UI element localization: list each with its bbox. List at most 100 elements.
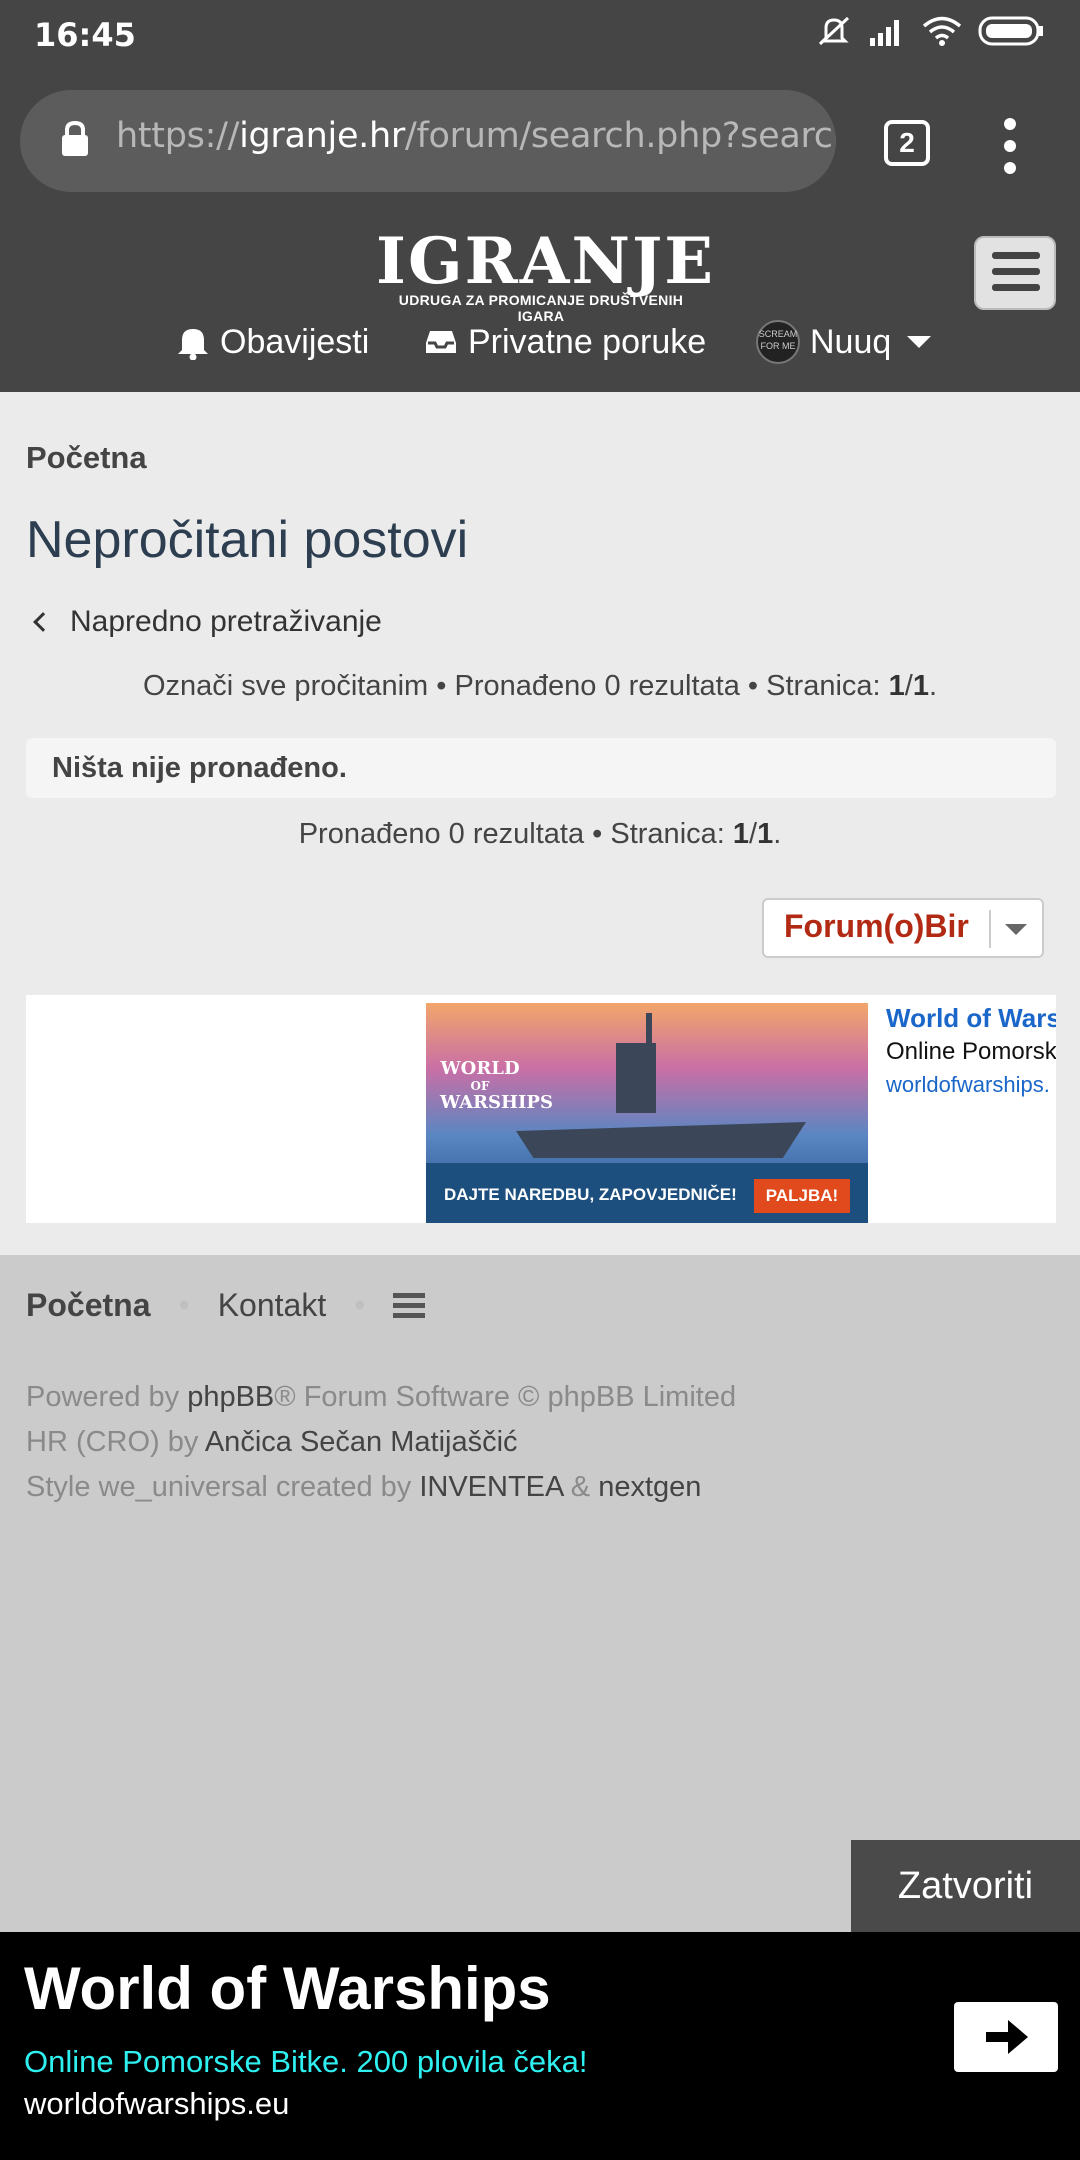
forum-jump-dropdown[interactable]: Forum(o)Bir [762, 898, 1044, 958]
logo-line: OF [470, 1079, 490, 1093]
search-info-bottom: Pronađeno 0 rezultata • Stranica: 1/1. [0, 818, 1080, 851]
bottom-ad-description: Online Pomorske Bitke. 200 plovila čeka! [24, 2044, 588, 2079]
separator: • [178, 1287, 190, 1323]
translator-link[interactable]: Ančica Sečan Matijaščić [205, 1426, 518, 1458]
mark-all-read-link[interactable]: Označi sve pročitanim [143, 670, 428, 702]
private-messages-label: Privatne poruke [468, 322, 707, 361]
close-ad-button[interactable]: Zatvoriti [851, 1840, 1080, 1932]
ad-title[interactable]: World of Warsl [886, 1003, 1056, 1034]
no-results-text: Ništa nije pronađeno. [52, 752, 347, 784]
notifications-label: Obavijesti [220, 322, 370, 361]
status-icons [816, 14, 1044, 48]
search-info-top: Označi sve pročitanim • Pronađeno 0 rezu… [0, 670, 1080, 703]
ship-tower [616, 1043, 656, 1113]
ad-url[interactable]: worldofwarships. [886, 1072, 1056, 1098]
footer-home-link[interactable]: Početna [26, 1287, 150, 1324]
url-path: /forum/search.php?search_i [404, 116, 836, 156]
credits-text: HR (CRO) by [26, 1426, 205, 1458]
breadcrumb-home[interactable]: Početna [26, 440, 147, 476]
footer-menu-icon[interactable] [393, 1292, 426, 1319]
site-header: IGRANJE UDRUGA ZA PROMICANJE DRUŠTVENIH … [0, 216, 1080, 392]
url-host: igranje.hr [239, 116, 405, 156]
ad-description: Online Pomorsk [886, 1038, 1056, 1065]
inventea-link[interactable]: INVENTEA [419, 1471, 562, 1503]
bottom-ad-title[interactable]: World of Warships [24, 1954, 551, 2023]
page-current: 1 [732, 818, 750, 850]
footer-nav: Početna • Kontakt • [26, 1287, 426, 1324]
status-time: 16:45 [34, 16, 136, 54]
bottom-ad-banner[interactable]: World of Warships Online Pomorske Bitke.… [0, 1932, 1080, 2160]
credits-text: Powered by [26, 1381, 188, 1413]
bottom-ad-url[interactable]: worldofwarships.eu [24, 2086, 289, 2122]
footer-contact-link[interactable]: Kontakt [218, 1287, 327, 1324]
notifications-link[interactable]: Obavijesti [176, 316, 369, 368]
browser-toolbar: https://igranje.hr/forum/search.php?sear… [0, 70, 1080, 216]
ad-slogan: DAJTE NAREDBU, ZAPOVJEDNIČE! [444, 1185, 737, 1204]
results-count: Pronađeno 0 rezultata [298, 818, 585, 850]
period: . [929, 670, 938, 702]
no-results-panel: Ništa nije pronađeno. [26, 738, 1056, 798]
tab-switcher-button[interactable]: 2 [884, 120, 930, 166]
separator: • [584, 818, 611, 850]
user-menu[interactable]: SCREAM FOR ME Nuuq [756, 316, 932, 368]
user-name: Nuuq [810, 322, 892, 361]
forum-jump-label: Forum(o)Bir [784, 908, 969, 944]
status-bar: 16:45 [0, 0, 1080, 70]
credits-line: HR (CRO) by Ančica Sečan Matijaščić [26, 1420, 736, 1465]
advanced-search-label: Napredno pretraživanje [70, 605, 382, 638]
inbox-icon [426, 331, 456, 353]
battery-icon [978, 16, 1043, 46]
credits-line: Powered by phpBB® Forum Software © phpBB… [26, 1375, 736, 1420]
page-label: Stranica: [766, 670, 889, 702]
site-menu-button[interactable] [974, 236, 1056, 310]
footer-credits: Powered by phpBB® Forum Software © phpBB… [26, 1375, 736, 1510]
wifi-icon [922, 16, 962, 46]
phpbb-link[interactable]: phpBB [187, 1381, 274, 1413]
chevron-left-icon [33, 612, 53, 632]
page-separator: / [749, 818, 758, 850]
private-messages-link[interactable]: Privatne poruke [424, 316, 706, 368]
signal-icon [870, 20, 899, 46]
site-footer: Početna • Kontakt • Powered by phpBB® Fo… [0, 1255, 1080, 1933]
nextgen-link[interactable]: nextgen [598, 1471, 701, 1503]
silent-mode-icon [818, 16, 850, 46]
ad-text[interactable]: World of Warsl Online Pomorsk worldofwar… [886, 1003, 1056, 1098]
page-total: 1 [912, 670, 929, 702]
site-logo[interactable]: IGRANJE UDRUGA ZA PROMICANJE DRUŠTVENIH … [376, 224, 715, 325]
separator: • [428, 670, 455, 702]
bell-icon [178, 329, 208, 360]
separator: • [739, 670, 767, 702]
logo-text: IGRANJE [376, 224, 715, 299]
ad-game-logo: WORLD OF WARSHIPS [440, 1058, 553, 1113]
avatar: SCREAM FOR ME [756, 320, 800, 364]
logo-line: WORLD [440, 1058, 520, 1079]
chevron-down-icon [1005, 924, 1027, 935]
credits-text: & [562, 1471, 599, 1503]
results-count: Pronađeno 0 rezultata [454, 670, 740, 702]
separator: • [354, 1287, 366, 1323]
arrow-right-icon [986, 2020, 1028, 2054]
period: . [773, 818, 782, 850]
dropdown-divider [989, 910, 991, 948]
ad-fire-button[interactable]: PALJBA! [754, 1179, 850, 1213]
lock-icon [62, 120, 88, 156]
address-bar[interactable]: https://igranje.hr/forum/search.php?sear… [20, 90, 836, 192]
inline-ad[interactable]: WORLD OF WARSHIPS DAJTE NAREDBU, ZAPOVJE… [26, 995, 1056, 1223]
browser-menu-icon[interactable] [998, 118, 1022, 174]
ship-hull [516, 1122, 806, 1158]
advanced-search-link[interactable]: Napredno pretraživanje [33, 605, 382, 639]
ad-image[interactable]: WORLD OF WARSHIPS DAJTE NAREDBU, ZAPOVJE… [426, 1003, 868, 1223]
chevron-down-icon [907, 336, 932, 348]
credits-line: Style we_universal created by INVENTEA &… [26, 1465, 736, 1510]
bottom-ad-go-button[interactable] [954, 2002, 1058, 2072]
page-separator: / [904, 670, 913, 702]
page-title: Nepročitani postovi [26, 511, 469, 569]
credits-text: ® Forum Software © phpBB Limited [274, 1381, 737, 1413]
url-text[interactable]: https://igranje.hr/forum/search.php?sear… [116, 116, 836, 156]
page-current: 1 [888, 670, 905, 702]
page-total: 1 [757, 818, 774, 850]
credits-text: Style we_universal created by [26, 1471, 420, 1503]
url-prefix: https:// [116, 116, 240, 156]
page-label: Stranica: [610, 818, 733, 850]
logo-line: WARSHIPS [440, 1092, 553, 1113]
